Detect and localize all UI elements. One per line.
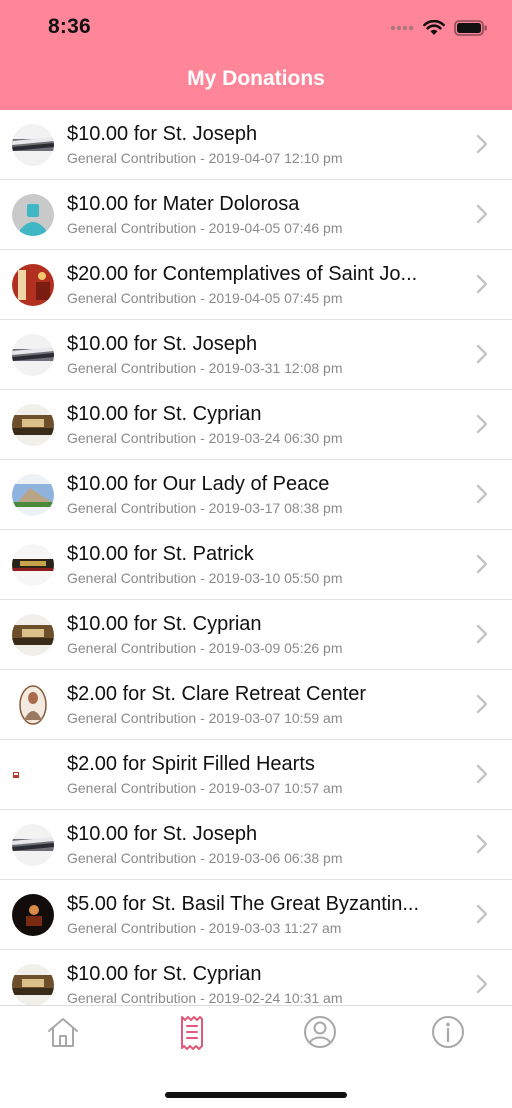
donation-row[interactable]: $5.00 for St. Basil The Great Byzantin..… bbox=[0, 880, 512, 950]
donation-subtitle: General Contribution - 2019-03-17 08:38 … bbox=[67, 500, 343, 516]
donation-subtitle: General Contribution - 2019-03-07 10:59 … bbox=[67, 710, 343, 726]
donation-row[interactable]: $10.00 for St. Cyprian General Contributi… bbox=[0, 390, 512, 460]
profile-icon bbox=[304, 1016, 336, 1048]
wifi-icon bbox=[423, 20, 445, 35]
donation-row[interactable]: $20.00 for Contemplatives of Saint Jo...… bbox=[0, 250, 512, 320]
donation-title: $2.00 for Spirit Filled Hearts bbox=[67, 753, 315, 775]
donation-subtitle: General Contribution - 2019-04-05 07:45 … bbox=[67, 290, 343, 306]
chevron-right-icon bbox=[476, 834, 488, 854]
status-icons bbox=[390, 15, 488, 41]
donation-row[interactable]: $10.00 for St. Joseph General Contributio… bbox=[0, 320, 512, 390]
chevron-right-icon bbox=[476, 694, 488, 714]
chevron-right-icon bbox=[476, 134, 488, 154]
donation-title: $10.00 for Mater Dolorosa bbox=[67, 193, 300, 215]
receipt-icon bbox=[181, 1016, 203, 1050]
donation-title: $10.00 for St. Cyprian bbox=[67, 963, 262, 985]
church-interior-icon bbox=[12, 404, 54, 446]
chevron-right-icon bbox=[476, 204, 488, 224]
page-title: My Donations bbox=[187, 67, 325, 90]
chevron-right-icon bbox=[476, 624, 488, 644]
donation-title: $10.00 for St. Cyprian bbox=[67, 403, 262, 425]
saint-portrait-icon bbox=[12, 684, 54, 726]
church-exterior-icon bbox=[12, 474, 54, 516]
donation-subtitle: General Contribution - 2019-03-10 05:50 … bbox=[67, 570, 343, 586]
pews-icon bbox=[12, 334, 54, 376]
donation-row[interactable]: $2.00 for Spirit Filled Hearts General Co… bbox=[0, 740, 512, 810]
chevron-right-icon bbox=[476, 974, 488, 994]
logo-icon bbox=[12, 754, 54, 796]
pews-icon bbox=[12, 824, 54, 866]
header: 8:36 My Donations bbox=[0, 0, 512, 110]
dark-altar-icon bbox=[12, 894, 54, 936]
chevron-right-icon bbox=[476, 484, 488, 504]
donation-title: $10.00 for St. Cyprian bbox=[67, 613, 262, 635]
tab-home[interactable] bbox=[45, 1014, 81, 1050]
info-icon bbox=[432, 1016, 464, 1048]
donation-row[interactable]: $10.00 for St. Joseph General Contributio… bbox=[0, 110, 512, 180]
donation-subtitle: General Contribution - 2019-04-05 07:46 … bbox=[67, 220, 343, 236]
donation-row[interactable]: $10.00 for Mater Dolorosa General Contrib… bbox=[0, 180, 512, 250]
donation-row[interactable]: $10.00 for St. Cyprian General Contributi… bbox=[0, 950, 512, 1005]
signal-icon bbox=[390, 25, 414, 31]
donation-row[interactable]: $10.00 for St. Cyprian General Contributi… bbox=[0, 600, 512, 670]
home-indicator[interactable] bbox=[165, 1092, 347, 1098]
donation-title: $20.00 for Contemplatives of Saint Jo... bbox=[67, 263, 418, 285]
chevron-right-icon bbox=[476, 764, 488, 784]
chevron-right-icon bbox=[476, 904, 488, 924]
donation-title: $10.00 for St. Joseph bbox=[67, 123, 258, 145]
donation-row[interactable]: $10.00 for Our Lady of Peace General Cont… bbox=[0, 460, 512, 530]
donation-subtitle: General Contribution - 2019-03-31 12:08 … bbox=[67, 360, 343, 376]
battery-icon bbox=[454, 20, 487, 36]
church-interior-icon bbox=[12, 964, 54, 1005]
altar-icon bbox=[12, 544, 54, 586]
donation-row[interactable]: $2.00 for St. Clare Retreat Center Genera… bbox=[0, 670, 512, 740]
donation-row[interactable]: $10.00 for St. Patrick General Contributi… bbox=[0, 530, 512, 600]
default-avatar-icon bbox=[12, 194, 54, 236]
donation-title: $2.00 for St. Clare Retreat Center bbox=[67, 683, 367, 705]
donation-subtitle: General Contribution - 2019-03-24 06:30 … bbox=[67, 430, 343, 446]
donation-subtitle: General Contribution - 2019-03-09 05:26 … bbox=[67, 640, 343, 656]
home-icon bbox=[48, 1018, 78, 1047]
tab-profile[interactable] bbox=[302, 1014, 338, 1050]
donation-title: $5.00 for St. Basil The Great Byzantin..… bbox=[67, 893, 420, 915]
chevron-right-icon bbox=[476, 554, 488, 574]
chapel-icon bbox=[12, 264, 54, 306]
tab-donations[interactable] bbox=[174, 1014, 210, 1050]
donation-list[interactable]: $10.00 for St. Joseph General Contributio… bbox=[0, 110, 512, 1005]
chevron-right-icon bbox=[476, 274, 488, 294]
donation-subtitle: General Contribution - 2019-04-07 12:10 … bbox=[67, 150, 343, 166]
donation-subtitle: General Contribution - 2019-02-24 10:31 … bbox=[67, 990, 343, 1005]
donation-subtitle: General Contribution - 2019-03-07 10:57 … bbox=[67, 780, 343, 796]
pews-icon bbox=[12, 124, 54, 166]
donation-row[interactable]: $10.00 for St. Joseph General Contributio… bbox=[0, 810, 512, 880]
donation-title: $10.00 for St. Joseph bbox=[67, 333, 258, 355]
chevron-right-icon bbox=[476, 344, 488, 364]
donation-title: $10.00 for St. Patrick bbox=[67, 543, 254, 565]
donation-title: $10.00 for St. Joseph bbox=[67, 823, 258, 845]
church-interior-icon bbox=[12, 614, 54, 656]
donation-subtitle: General Contribution - 2019-03-03 11:27 … bbox=[67, 920, 342, 936]
donation-title: $10.00 for Our Lady of Peace bbox=[67, 473, 330, 495]
donation-subtitle: General Contribution - 2019-03-06 06:38 … bbox=[67, 850, 343, 866]
tab-info[interactable] bbox=[430, 1014, 466, 1050]
chevron-right-icon bbox=[476, 414, 488, 434]
status-time: 8:36 bbox=[48, 15, 91, 38]
